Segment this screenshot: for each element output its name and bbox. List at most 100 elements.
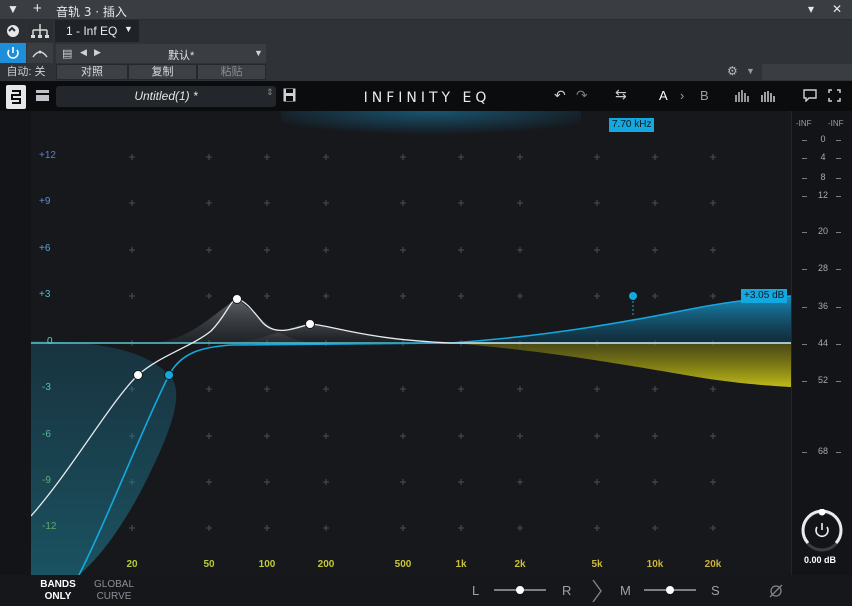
prev-preset-icon[interactable]: ◀ <box>80 47 87 58</box>
global-curve-line2: CURVE <box>96 591 132 602</box>
window-titlebar: ▼ + 音轨 3 · 插入 ▾ ✕ <box>0 0 852 20</box>
logo-text: INFINITY EQ <box>363 90 491 106</box>
freq-label: 500 <box>394 559 412 570</box>
next-preset-icon[interactable]: ▶ <box>94 47 101 58</box>
ab-copy-icon[interactable]: ⇆ <box>615 86 627 103</box>
hand-icon[interactable] <box>758 88 778 104</box>
grid-mark <box>594 247 600 253</box>
copy-button[interactable]: 复制 <box>128 64 197 80</box>
compare-button[interactable]: 对照 <box>56 64 128 80</box>
plugin-slot[interactable]: 1 - Inf EQ ▼ <box>55 20 139 42</box>
db-label: -6 <box>42 429 51 440</box>
global-curve-toggle[interactable]: GLOBAL CURVE <box>90 579 138 603</box>
pin-icon[interactable]: ▾ <box>808 2 814 16</box>
preset-name-field[interactable]: Untitled(1) * <box>56 86 276 107</box>
meter-scale-label: 68 <box>817 446 828 456</box>
grid-mark <box>206 525 212 531</box>
ab-arrow-icon[interactable]: › <box>680 88 684 103</box>
freq-label: 2k <box>514 559 526 570</box>
highshelf-fill <box>451 296 791 343</box>
grid-mark <box>710 479 716 485</box>
grid-mark <box>517 200 523 206</box>
eq-graph[interactable]: +12 +9 +6 +3 0 -3 -6 -9 -12 20 50 100 200 500 1k 2k 5k 1… <box>31 111 791 575</box>
menu-icon[interactable] <box>36 90 49 101</box>
meter-tick <box>836 452 841 453</box>
grid-mark <box>400 479 406 485</box>
grid-mark <box>264 433 270 439</box>
auto-label[interactable]: 自动: 关 <box>0 64 52 80</box>
comment-icon[interactable] <box>803 89 817 103</box>
power-button[interactable] <box>0 43 26 63</box>
meter-scale-label: 36 <box>817 301 828 311</box>
meter-tick <box>802 452 807 453</box>
grid-mark <box>458 433 464 439</box>
brand-icon[interactable] <box>6 85 26 109</box>
preset-stepper-icon[interactable]: ⇕ <box>266 87 274 98</box>
triangle-down-icon[interactable]: ▼ <box>7 2 19 16</box>
band-handle-white-bell1[interactable] <box>232 294 242 304</box>
spectrum-icon[interactable] <box>735 89 751 103</box>
freq-label: 200 <box>317 559 335 570</box>
grid-mark <box>206 479 212 485</box>
ms-slider[interactable] <box>642 584 698 596</box>
bands-only-toggle[interactable]: BANDS ONLY <box>34 579 82 603</box>
grid-mark <box>594 433 600 439</box>
band-handle-white-bell2[interactable] <box>305 319 315 329</box>
grid-mark <box>594 200 600 206</box>
band-handle-blue-hpf[interactable] <box>164 370 174 380</box>
db-label: +6 <box>39 243 51 254</box>
grid-mark <box>517 247 523 253</box>
undo-icon[interactable]: ↶ <box>554 87 566 104</box>
redo-icon[interactable]: ↷ <box>576 87 588 104</box>
routing-icon[interactable] <box>27 20 53 42</box>
meter-tick <box>802 269 807 270</box>
paste-button[interactable]: 粘贴 <box>197 64 266 80</box>
a-button[interactable]: A <box>659 88 668 103</box>
grid-mark <box>129 525 135 531</box>
freq-label: 10k <box>646 559 664 570</box>
meter-tick <box>836 196 841 197</box>
grid-mark <box>652 386 658 392</box>
grid-mark <box>206 154 212 160</box>
output-knob[interactable] <box>800 508 844 553</box>
grid-mark <box>323 525 329 531</box>
grid-mark <box>323 154 329 160</box>
grid-mark <box>710 293 716 299</box>
grid-mark <box>206 200 212 206</box>
bottom-bar: BANDS ONLY GLOBAL CURVE L R M S <box>0 575 852 606</box>
grid-mark <box>323 247 329 253</box>
grid-mark <box>594 154 600 160</box>
bands-only-line1: BANDS <box>40 579 76 590</box>
lr-slider[interactable] <box>492 584 548 596</box>
preset-name[interactable]: 默认* <box>168 47 194 63</box>
grid-mark <box>264 154 270 160</box>
preset-list-icon[interactable]: ▤ <box>62 47 72 60</box>
grid-mark <box>400 200 406 206</box>
automation-icon[interactable] <box>27 43 53 63</box>
grid-mark <box>323 200 329 206</box>
gain-tooltip: +3.05 dB <box>741 289 788 303</box>
meter-scale-label: 8 <box>820 172 826 182</box>
save-icon[interactable] <box>283 88 296 102</box>
expand-icon[interactable] <box>828 89 841 102</box>
grid-mark <box>264 479 270 485</box>
freq-tooltip: 7.70 kHz <box>609 118 655 132</box>
grid-mark <box>652 479 658 485</box>
chevron-down-icon[interactable]: ▼ <box>254 48 263 58</box>
side-label: S <box>711 583 720 598</box>
bypass-toggle[interactable] <box>0 20 26 42</box>
b-button[interactable]: B <box>700 88 709 103</box>
close-icon[interactable]: ✕ <box>832 2 842 16</box>
grid-mark <box>710 154 716 160</box>
gear-icon[interactable]: ⚙ <box>727 64 741 80</box>
chevron-right-icon[interactable] <box>590 578 604 604</box>
db-label: +3 <box>39 289 51 300</box>
chevron-down-icon[interactable]: ▼ <box>746 66 755 76</box>
negative-fill <box>451 343 791 387</box>
meter-tick <box>802 140 807 141</box>
phase-icon[interactable] <box>768 583 784 599</box>
plus-icon[interactable]: + <box>33 0 42 17</box>
band-handle-blue-shelf[interactable] <box>628 291 638 301</box>
meter-tick <box>836 178 841 179</box>
band-handle-white-hpf[interactable] <box>133 370 143 380</box>
